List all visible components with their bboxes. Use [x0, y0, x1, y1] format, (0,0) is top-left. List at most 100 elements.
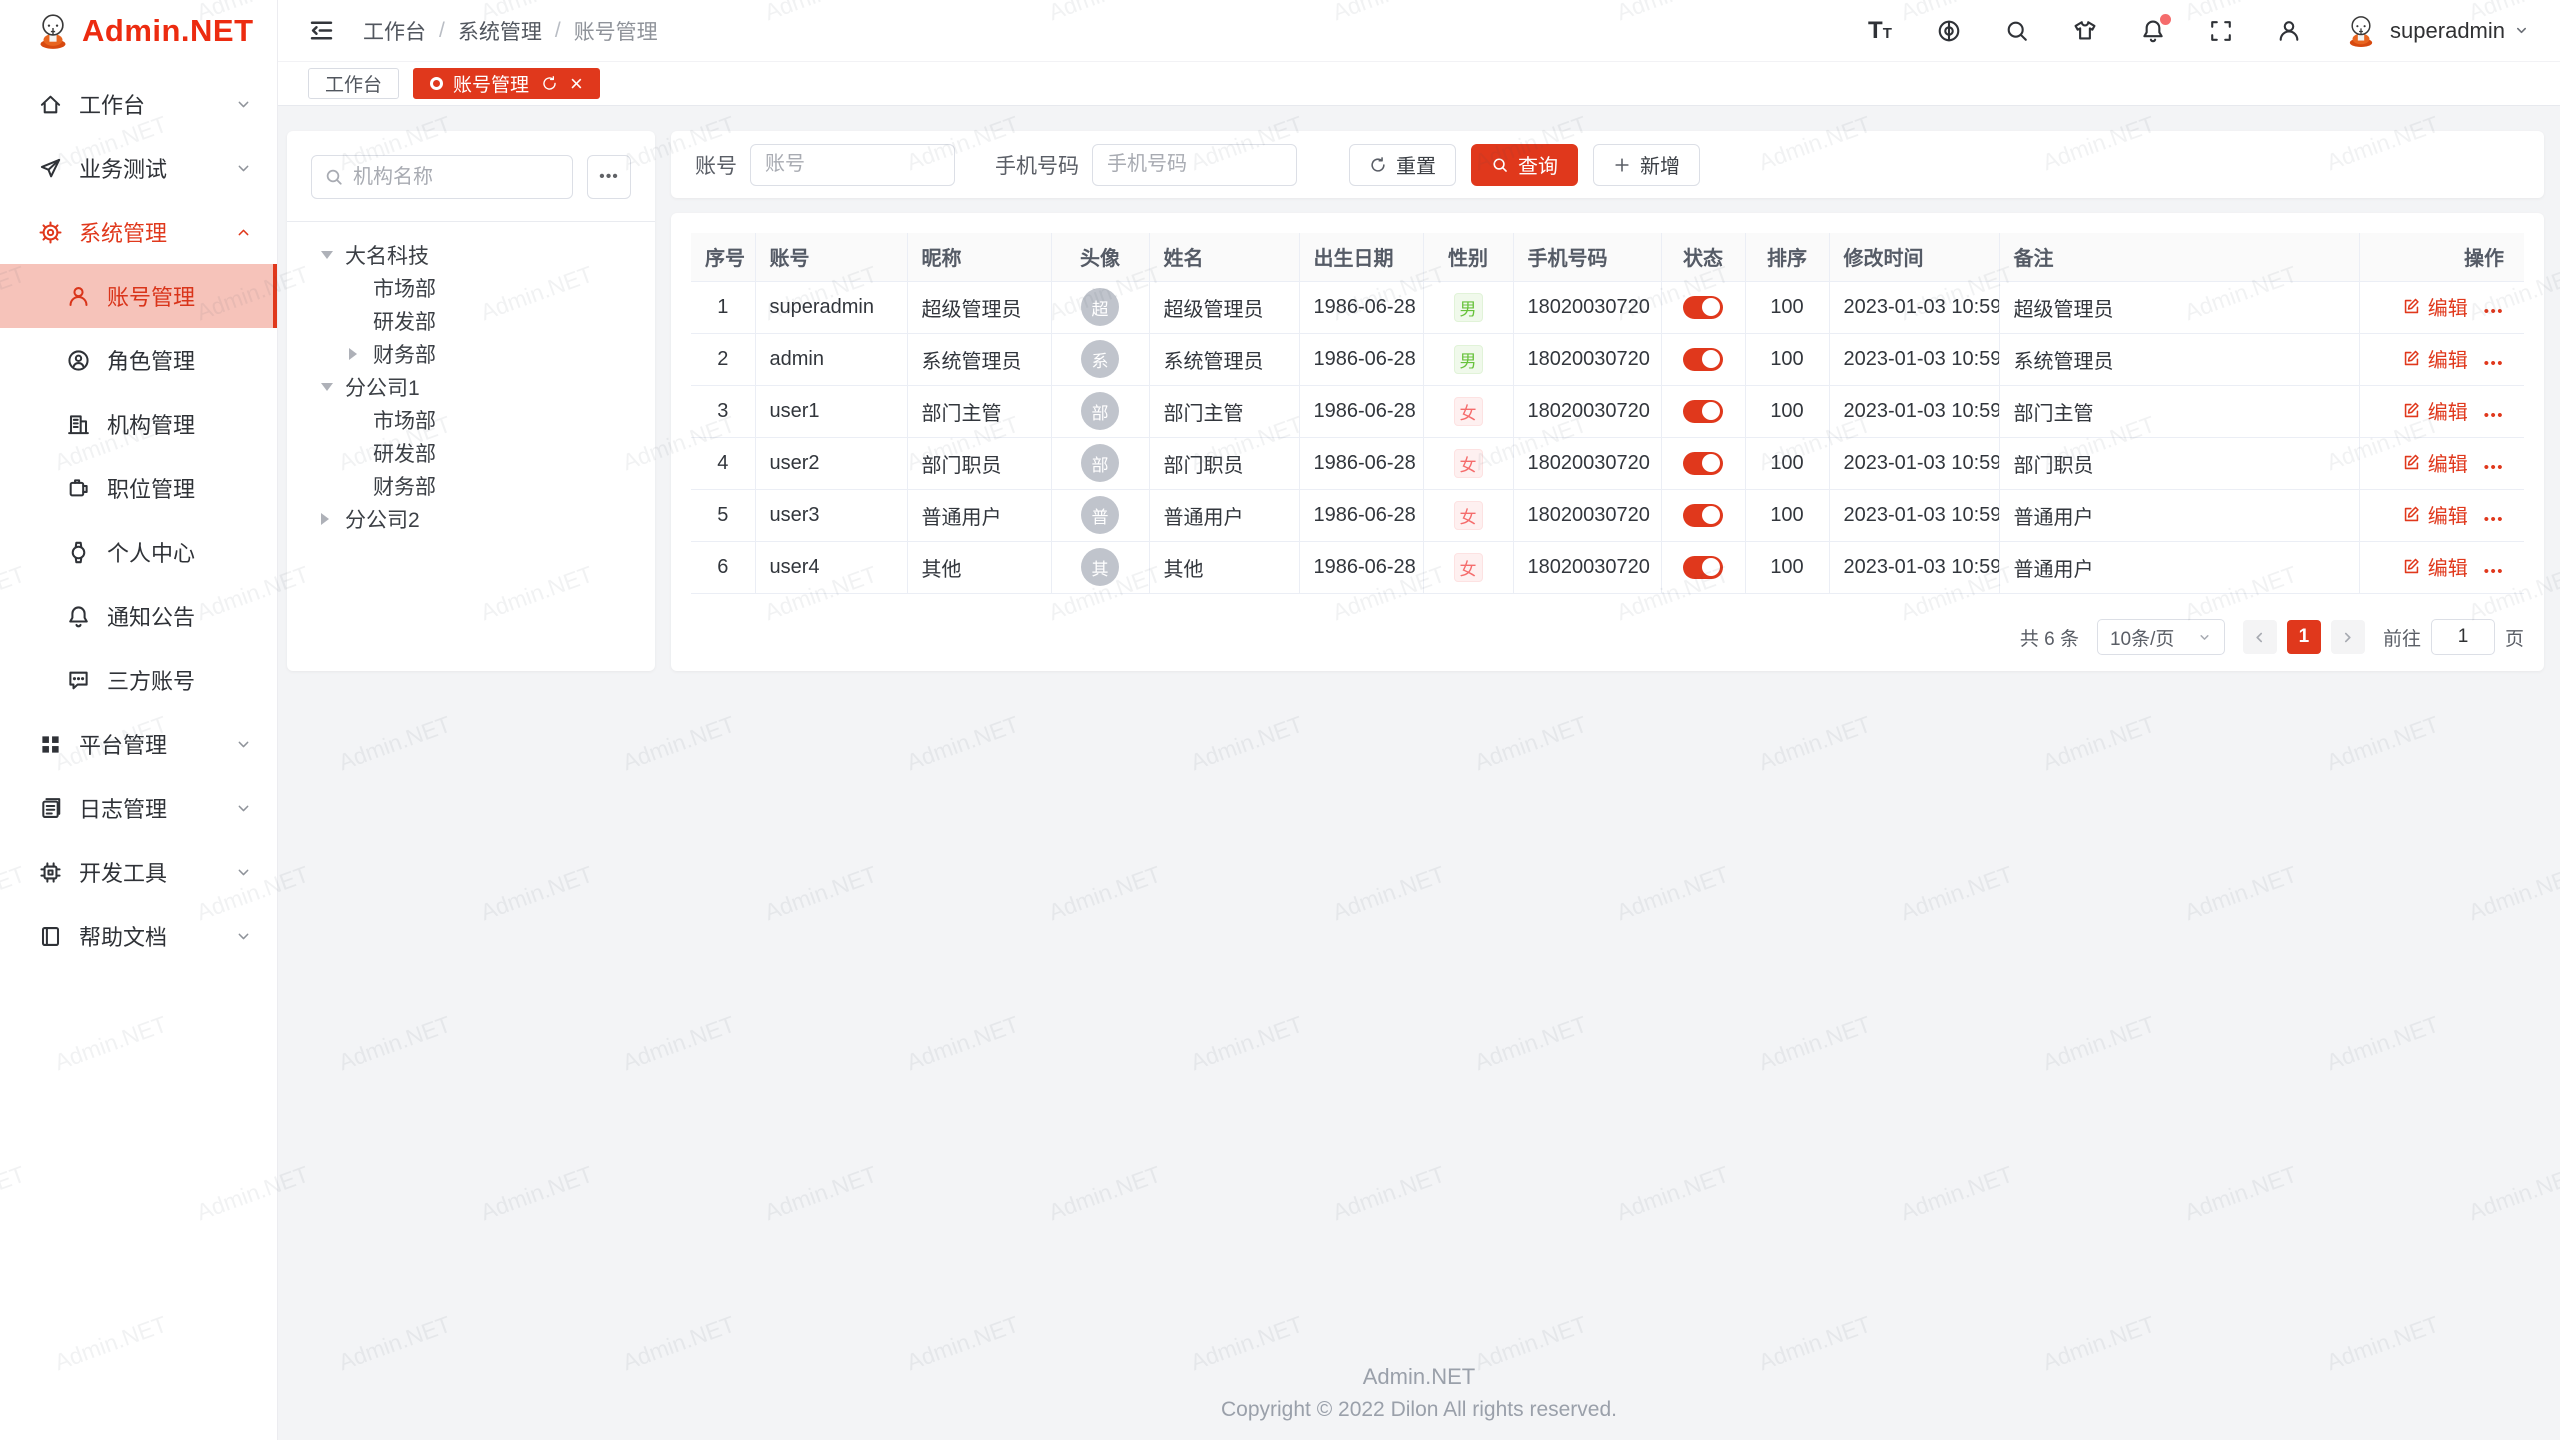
sidebar-item-role[interactable]: 角色管理	[0, 328, 277, 392]
next-page-button[interactable]	[2331, 620, 2365, 654]
status-toggle[interactable]	[1683, 504, 1723, 527]
tree-more-button[interactable]: •••	[587, 155, 631, 199]
chevron-left-icon	[2252, 630, 2267, 645]
gender-cell: 男	[1423, 281, 1513, 333]
tree-node[interactable]: 分公司2	[311, 502, 631, 535]
search-icon	[324, 167, 344, 187]
more-actions-button[interactable]: •••	[2484, 355, 2504, 372]
goto-page-input[interactable]	[2431, 619, 2495, 655]
page-number-current[interactable]: 1	[2287, 620, 2321, 654]
chevron-down-icon	[234, 95, 253, 114]
column-header: 修改时间	[1829, 233, 1999, 281]
add-button[interactable]: 新增	[1593, 144, 1700, 186]
status-toggle[interactable]	[1683, 452, 1723, 475]
caret-down-icon[interactable]	[321, 251, 333, 259]
sidebar-item-profile[interactable]: 个人中心	[0, 520, 277, 584]
caret-right-icon[interactable]	[349, 348, 357, 360]
edit-button[interactable]: 编辑	[2402, 552, 2468, 581]
sidebar-item-gear[interactable]: 系统管理	[0, 200, 277, 264]
breadcrumb-separator: /	[439, 19, 445, 43]
sidebar-item-log[interactable]: 日志管理	[0, 776, 277, 840]
more-actions-button[interactable]: •••	[2484, 407, 2504, 424]
sidebar-item-label: 通知公告	[107, 600, 195, 632]
name-cell: 超级管理员	[1149, 281, 1299, 333]
status-toggle[interactable]	[1683, 348, 1723, 371]
sidebar-item-label: 平台管理	[79, 728, 167, 760]
username[interactable]: superadmin	[2390, 18, 2505, 44]
status-toggle[interactable]	[1683, 556, 1723, 579]
position-icon	[66, 476, 91, 501]
app-logo[interactable]: Admin.NET	[0, 0, 277, 62]
more-actions-button[interactable]: •••	[2484, 459, 2504, 476]
phone-input[interactable]	[1092, 144, 1297, 186]
sidebar-item-chat[interactable]: 三方账号	[0, 648, 277, 712]
user-center-icon[interactable]	[2276, 18, 2302, 44]
nickname-cell: 普通用户	[907, 489, 1051, 541]
sidebar-item-user[interactable]: 账号管理	[0, 264, 277, 328]
org-search-input[interactable]	[353, 166, 560, 189]
edit-button[interactable]: 编辑	[2402, 396, 2468, 425]
page-content: ••• 大名科技市场部研发部财务部分公司1市场部研发部财务部分公司2 账号 手机…	[278, 106, 2560, 1440]
breadcrumb-item[interactable]: 系统管理	[458, 16, 542, 46]
sidebar-item-home[interactable]: 工作台	[0, 72, 277, 136]
status-toggle[interactable]	[1683, 400, 1723, 423]
edit-button[interactable]: 编辑	[2402, 344, 2468, 373]
fullscreen-icon[interactable]	[2208, 18, 2234, 44]
user-avatar[interactable]	[2344, 14, 2378, 48]
edit-button[interactable]: 编辑	[2402, 292, 2468, 321]
name-cell: 其他	[1149, 541, 1299, 593]
sidebar-item-send[interactable]: 业务测试	[0, 136, 277, 200]
caret-right-icon[interactable]	[321, 513, 329, 525]
tree-node[interactable]: 研发部	[311, 304, 631, 337]
tree-node[interactable]: 大名科技	[311, 238, 631, 271]
chevron-down-icon[interactable]	[2513, 22, 2530, 39]
page-unit-label: 页	[2505, 624, 2524, 651]
tree-node[interactable]: 市场部	[311, 271, 631, 304]
prev-page-button[interactable]	[2243, 620, 2277, 654]
chevron-down-icon	[2197, 630, 2212, 645]
page-size-select[interactable]: 10条/页	[2097, 619, 2225, 655]
edit-button[interactable]: 编辑	[2402, 500, 2468, 529]
chevron-down-icon	[234, 927, 253, 946]
more-actions-button[interactable]: •••	[2484, 563, 2504, 580]
tab-refresh-icon[interactable]	[541, 75, 558, 92]
breadcrumb: 工作台 / 系统管理 / 账号管理	[363, 16, 658, 46]
sidebar-item-label: 工作台	[79, 88, 145, 120]
remark-cell: 部门主管	[1999, 385, 2359, 437]
sidebar-item-cpu[interactable]: 开发工具	[0, 840, 277, 904]
account-input[interactable]	[750, 144, 955, 186]
language-icon[interactable]	[1936, 18, 1962, 44]
modified-cell: 2023-01-03 10:59:44	[1829, 281, 1999, 333]
tree-node[interactable]: 研发部	[311, 436, 631, 469]
sidebar-item-grid[interactable]: 平台管理	[0, 712, 277, 776]
caret-down-icon[interactable]	[321, 383, 333, 391]
collapse-sidebar-icon[interactable]	[308, 17, 335, 44]
sidebar-item-position[interactable]: 职位管理	[0, 456, 277, 520]
query-button[interactable]: 查询	[1471, 144, 1578, 186]
tree-node[interactable]: 分公司1	[311, 370, 631, 403]
sidebar-item-bell[interactable]: 通知公告	[0, 584, 277, 648]
page-footer: Admin.NET Copyright © 2022 Dilon All rig…	[278, 1364, 2560, 1422]
tree-node[interactable]: 财务部	[311, 469, 631, 502]
sidebar-item-org[interactable]: 机构管理	[0, 392, 277, 456]
more-actions-button[interactable]: •••	[2484, 511, 2504, 528]
text-size-icon[interactable]: TT	[1868, 18, 1894, 44]
tab-active[interactable]: 账号管理×	[413, 68, 600, 99]
status-toggle[interactable]	[1683, 296, 1723, 319]
sidebar-item-label: 开发工具	[79, 856, 167, 888]
search-icon[interactable]	[2004, 18, 2030, 44]
theme-icon[interactable]	[2072, 18, 2098, 44]
breadcrumb-item[interactable]: 工作台	[363, 16, 426, 46]
reset-button[interactable]: 重置	[1349, 144, 1456, 186]
edit-button[interactable]: 编辑	[2402, 448, 2468, 477]
chevron-down-icon	[234, 799, 253, 818]
tab[interactable]: 工作台	[308, 68, 399, 99]
tree-node[interactable]: 市场部	[311, 403, 631, 436]
tab-close-icon[interactable]: ×	[570, 73, 583, 95]
notification-icon[interactable]	[2140, 18, 2166, 44]
app-name: Admin.NET	[82, 13, 254, 49]
sidebar-item-book[interactable]: 帮助文档	[0, 904, 277, 968]
more-actions-button[interactable]: •••	[2484, 303, 2504, 320]
avatar: 超	[1081, 288, 1119, 326]
tree-node[interactable]: 财务部	[311, 337, 631, 370]
